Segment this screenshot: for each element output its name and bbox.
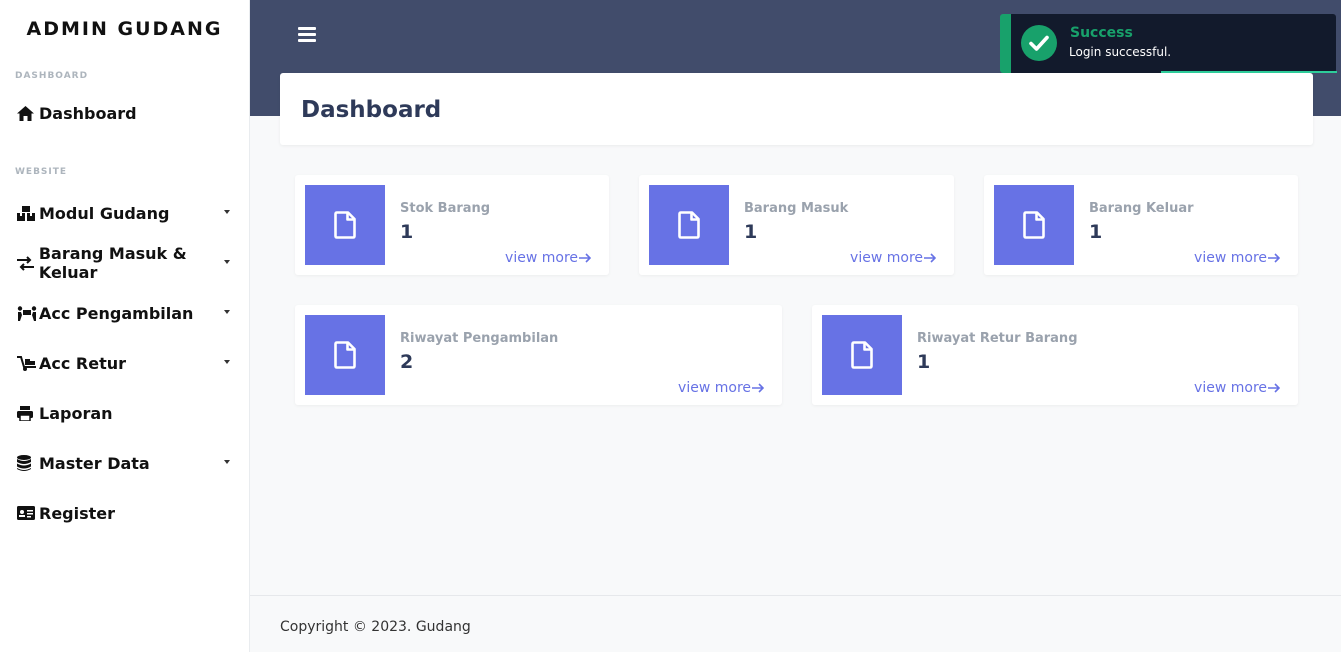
arrow-right-icon xyxy=(1268,253,1280,263)
arrow-right-icon xyxy=(924,253,936,263)
page-title: Dashboard xyxy=(301,97,442,123)
hamburger-icon[interactable] xyxy=(298,27,316,43)
sidebar-item-label: Barang Masuk & Keluar xyxy=(38,244,187,282)
stat-card-barang-keluar: Barang Keluar 1 view more xyxy=(984,175,1298,275)
arrow-right-icon xyxy=(579,253,591,263)
file-icon xyxy=(994,185,1074,265)
dolly-icon xyxy=(17,354,37,372)
stat-value: 1 xyxy=(917,351,931,373)
chevron-down-icon xyxy=(224,260,230,264)
database-icon xyxy=(17,454,37,472)
file-icon xyxy=(305,315,385,395)
view-more-link[interactable]: view more xyxy=(1194,380,1280,396)
stat-value: 1 xyxy=(400,221,414,243)
footer: Copyright © 2023. Gudang xyxy=(250,595,1341,652)
sidebar-item-label: Dashboard xyxy=(39,103,137,123)
boxes-icon xyxy=(17,204,37,222)
view-more-link[interactable]: view more xyxy=(1194,250,1280,266)
sidebar-item-label: Master Data xyxy=(39,453,150,473)
sidebar: ADMIN GUDANG DASHBOARD Dashboard WEBSITE… xyxy=(0,0,250,652)
arrow-right-icon xyxy=(1268,383,1280,393)
stat-card-barang-masuk: Barang Masuk 1 view more xyxy=(639,175,954,275)
sidebar-item-acc-retur[interactable]: Acc Retur xyxy=(0,338,249,388)
page-title-card: Dashboard xyxy=(280,73,1313,145)
sidebar-item-label: Modul Gudang xyxy=(39,203,170,223)
chevron-down-icon xyxy=(224,360,230,364)
people-carry-icon xyxy=(17,304,37,322)
view-more-link[interactable]: view more xyxy=(505,250,591,266)
stat-label: Riwayat Retur Barang xyxy=(917,331,1078,346)
chevron-down-icon xyxy=(224,310,230,314)
stat-card-stok-barang: Stok Barang 1 view more xyxy=(295,175,609,275)
stat-value: 1 xyxy=(744,221,758,243)
stat-label: Riwayat Pengambilan xyxy=(400,331,559,346)
file-icon xyxy=(822,315,902,395)
sidebar-item-master-data[interactable]: Master Data xyxy=(0,438,249,488)
file-icon xyxy=(305,185,385,265)
sidebar-item-laporan[interactable]: Laporan xyxy=(0,388,249,438)
toast-title: Success xyxy=(1070,25,1133,41)
home-icon xyxy=(17,104,37,122)
file-icon xyxy=(649,185,729,265)
sidebar-item-modul-gudang[interactable]: Modul Gudang xyxy=(0,188,249,238)
view-more-link[interactable]: view more xyxy=(850,250,936,266)
success-toast[interactable]: Success Login successful. xyxy=(1000,14,1337,73)
arrow-right-icon xyxy=(752,383,764,393)
stat-label: Barang Masuk xyxy=(744,201,849,216)
sidebar-item-label: Acc Pengambilan xyxy=(39,303,194,323)
stat-label: Barang Keluar xyxy=(1089,201,1194,216)
sidebar-item-acc-pengambilan[interactable]: Acc Pengambilan xyxy=(0,288,249,338)
toast-progress-bar xyxy=(1161,71,1337,73)
sidebar-item-label: Register xyxy=(39,503,116,523)
stat-label: Stok Barang xyxy=(400,201,491,216)
sidebar-item-label: Laporan xyxy=(39,403,113,423)
sidebar-item-dashboard[interactable]: Dashboard xyxy=(0,88,249,138)
stat-card-riwayat-retur-barang: Riwayat Retur Barang 1 view more xyxy=(812,305,1298,405)
id-card-icon xyxy=(17,504,37,522)
stat-card-riwayat-pengambilan: Riwayat Pengambilan 2 view more xyxy=(295,305,782,405)
chevron-down-icon xyxy=(224,210,230,214)
section-heading-dashboard: DASHBOARD xyxy=(15,71,89,81)
sidebar-item-barang-masuk-keluar[interactable]: Barang Masuk & Keluar xyxy=(0,238,249,288)
chevron-down-icon xyxy=(224,460,230,464)
toast-message: Login successful. xyxy=(1069,45,1172,59)
exchange-icon xyxy=(17,254,37,272)
section-heading-website: WEBSITE xyxy=(15,167,68,177)
stat-value: 1 xyxy=(1089,221,1103,243)
check-circle-icon xyxy=(1021,25,1057,61)
copyright-text: Copyright © 2023. Gudang xyxy=(280,619,471,635)
view-more-link[interactable]: view more xyxy=(678,380,764,396)
sidebar-item-label: Acc Retur xyxy=(39,353,127,373)
print-icon xyxy=(17,404,37,422)
sidebar-item-register[interactable]: Register xyxy=(0,488,249,538)
stat-value: 2 xyxy=(400,351,414,373)
brand-title[interactable]: ADMIN GUDANG xyxy=(0,0,249,58)
